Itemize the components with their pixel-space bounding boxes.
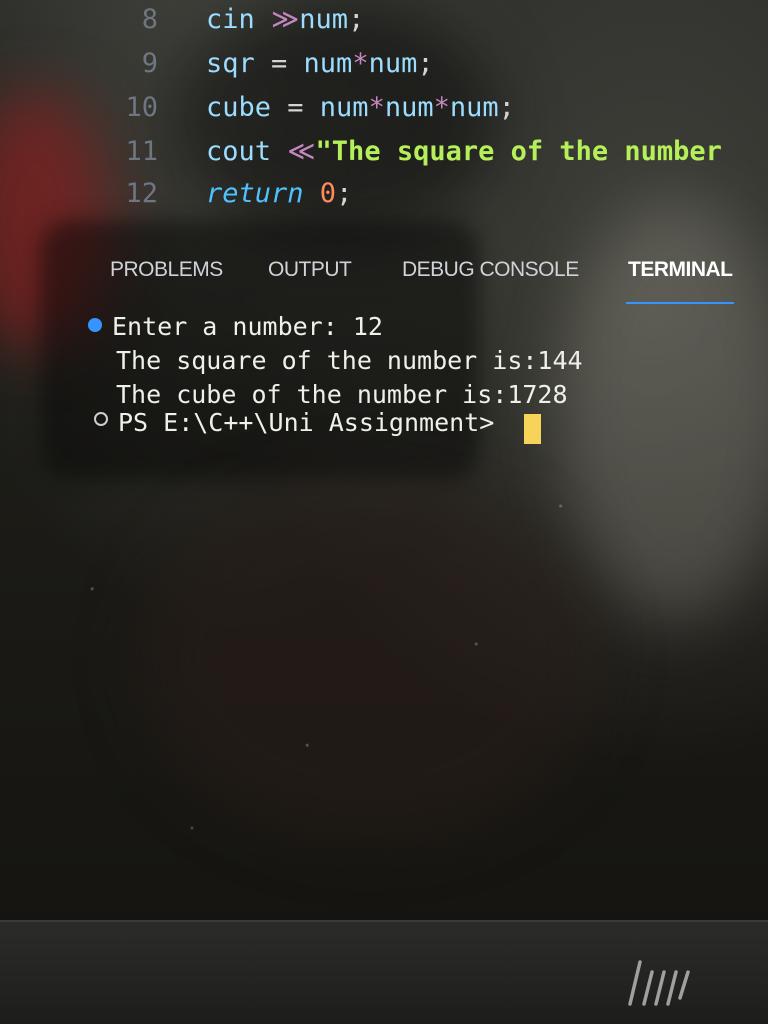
tab-terminal[interactable]: TERMINAL: [628, 258, 733, 282]
tab-debug-console[interactable]: DEBUG CONSOLE: [402, 258, 579, 282]
line-number: 8: [141, 4, 158, 35]
command-pending-dot-icon: [94, 412, 108, 426]
code-token: ;: [417, 48, 434, 79]
code-token: num: [299, 4, 349, 35]
code-token: ;: [336, 178, 353, 209]
code-token: *: [433, 92, 450, 123]
hp-logo-icon: [622, 958, 702, 1008]
panel-tab-bar: PROBLEMS OUTPUT DEBUG CONSOLE TERMINAL: [0, 250, 768, 300]
terminal-prompt[interactable]: PS E:\C++\Uni Assignment>: [118, 408, 494, 437]
code-token: =: [271, 48, 304, 79]
code-source: return 0;: [206, 178, 352, 209]
reflection-hand: [140, 480, 600, 840]
code-source: cube = num*num*num;: [206, 92, 515, 123]
code-token: =: [287, 92, 320, 123]
code-token: num: [384, 92, 434, 123]
line-number: 10: [125, 92, 158, 123]
code-token: num: [368, 48, 418, 79]
code-source: cout ≪"The square of the number: [206, 136, 722, 167]
code-token: return: [206, 178, 320, 209]
line-number: 11: [125, 136, 158, 167]
code-source: cin ≫num;: [206, 4, 364, 35]
code-token: num: [303, 48, 353, 79]
line-number: 9: [141, 48, 158, 79]
terminal-panel[interactable]: Enter a number: 12 The square of the num…: [0, 300, 768, 480]
terminal-cursor: [524, 414, 541, 444]
line-number: 12: [125, 178, 158, 209]
terminal-output-line: Enter a number: 12: [112, 312, 383, 341]
code-token: *: [368, 92, 385, 123]
code-token: *: [352, 48, 369, 79]
code-source: sqr = num*num;: [206, 48, 434, 79]
terminal-output-line: The square of the number is:144: [116, 346, 583, 375]
code-token: cube: [206, 92, 288, 123]
code-token: 0: [319, 178, 337, 209]
code-token: ;: [348, 4, 365, 35]
code-token: ;: [498, 92, 515, 123]
code-token: "The square of the number: [315, 136, 722, 167]
code-token: cin: [206, 4, 272, 35]
code-token: sqr: [206, 48, 272, 79]
command-success-dot-icon: [88, 318, 102, 332]
hp-logo-icon-svg: [628, 960, 690, 1006]
photo-of-laptop-screen: 8 cin ≫num; 9 sqr = num*num; 10 cube = n…: [0, 0, 768, 1024]
code-token: cout: [206, 136, 288, 167]
terminal-output-line: The cube of the number is:1728: [116, 380, 568, 409]
code-token: ≫: [271, 4, 300, 35]
code-token: ≪: [287, 136, 316, 167]
code-token: num: [449, 92, 499, 123]
code-token: num: [319, 92, 369, 123]
tab-problems[interactable]: PROBLEMS: [110, 258, 223, 282]
tab-output[interactable]: OUTPUT: [268, 258, 352, 282]
